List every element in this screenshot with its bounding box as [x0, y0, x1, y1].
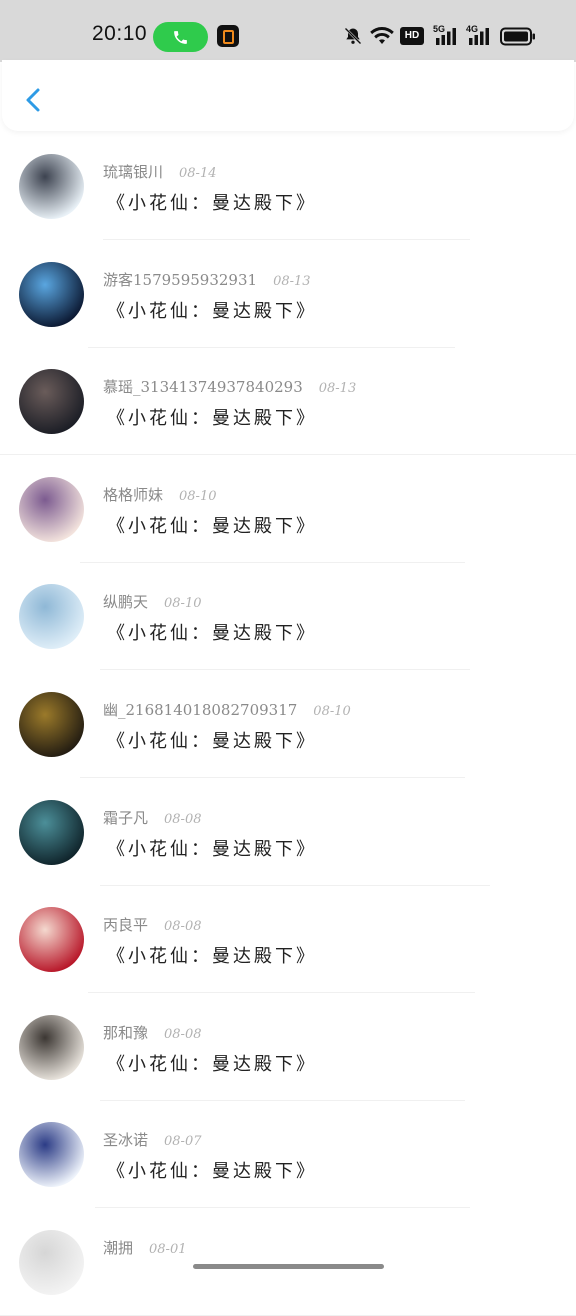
ongoing-call-pill[interactable] [153, 22, 208, 52]
sender-name-line: 幽_216814018082709317 08-10 [103, 699, 351, 720]
sender-name[interactable]: 慕瑶_31341374937840293 [103, 378, 303, 396]
status-bar: 20:10 HD 5G 4G [0, 0, 576, 62]
sender-name[interactable]: 潮拥 [103, 1239, 133, 1257]
list-item[interactable]: 琉璃银川 08-14 《小花仙：曼达殿下》 [0, 133, 576, 240]
message-text: 《小花仙：曼达殿下》 [107, 731, 317, 752]
message-date: 08-01 [149, 1242, 187, 1257]
avatar[interactable] [19, 692, 84, 757]
list-item[interactable]: 幽_216814018082709317 08-10 《小花仙：曼达殿下》 [0, 671, 576, 778]
sender-name[interactable]: 琉璃银川 [103, 163, 163, 181]
message-text: 《小花仙：曼达殿下》 [107, 623, 317, 645]
list-item[interactable]: 霜子凡 08-08 《小花仙：曼达殿下》 [0, 779, 576, 886]
list-item[interactable]: 游客1579595932931 08-13 《小花仙：曼达殿下》 [0, 241, 576, 348]
avatar[interactable] [19, 1122, 84, 1188]
avatar[interactable] [19, 907, 84, 973]
message-text: 《小花仙：曼达殿下》 [107, 300, 317, 322]
top-navigation-bar [2, 60, 574, 131]
list-item[interactable]: 潮拥 08-01 [0, 1209, 576, 1316]
mute-bell-icon [344, 27, 362, 45]
chevron-left-icon [26, 88, 40, 112]
avatar[interactable] [19, 584, 84, 650]
sender-name-line: 慕瑶_31341374937840293 08-13 [103, 376, 356, 397]
list-item[interactable]: 圣冰诺 08-07 《小花仙：曼达殿下》 [0, 1101, 576, 1209]
message-date: 08-13 [318, 381, 357, 397]
app-notification-icon [217, 25, 239, 47]
sender-name[interactable]: 幽_216814018082709317 [103, 701, 297, 719]
message-date: 08-08 [164, 1026, 202, 1042]
signal-5g-icon [436, 28, 456, 45]
sender-name-line: 纵鹏天 08-10 [103, 591, 202, 612]
status-time: 20:10 [92, 22, 148, 45]
list-item[interactable]: 纵鹏天 08-10 《小花仙：曼达殿下》 [0, 563, 576, 671]
message-text: 《小花仙：曼达殿下》 [107, 1053, 317, 1075]
message-date: 08-08 [164, 919, 202, 935]
battery-icon [500, 27, 535, 46]
avatar[interactable] [19, 154, 84, 219]
avatar[interactable] [19, 799, 84, 865]
message-date: 08-13 [273, 273, 311, 289]
sender-name-line: 那和豫 08-08 [103, 1022, 202, 1043]
avatar[interactable] [19, 261, 84, 327]
sender-name-line: 潮拥 08-01 [103, 1237, 187, 1258]
message-date: 08-08 [164, 811, 202, 827]
avatar[interactable] [19, 1014, 84, 1080]
sender-name[interactable]: 那和豫 [103, 1024, 148, 1042]
sender-name[interactable]: 游客1579595932931 [103, 271, 257, 289]
sender-name[interactable]: 霜子凡 [103, 809, 148, 827]
sender-name-line: 霜子凡 08-08 [103, 807, 202, 828]
list-item[interactable]: 丙良平 08-08 《小花仙：曼达殿下》 [0, 886, 576, 994]
message-date: 08-10 [164, 596, 202, 612]
sender-name-line: 格格师妹 08-10 [103, 484, 217, 505]
sender-name-line: 圣冰诺 08-07 [103, 1129, 202, 1150]
sender-name[interactable]: 圣冰诺 [103, 1131, 148, 1149]
sender-name[interactable]: 丙良平 [103, 916, 148, 934]
message-text: 《小花仙：曼达殿下》 [107, 408, 317, 430]
list-item[interactable]: 慕瑶_31341374937840293 08-13 《小花仙：曼达殿下》 [0, 348, 576, 456]
message-date: 08-10 [313, 704, 351, 719]
message-text: 《小花仙：曼达殿下》 [107, 838, 317, 860]
sender-name[interactable]: 纵鹏天 [103, 593, 148, 611]
message-text: 《小花仙：曼达殿下》 [107, 515, 317, 537]
message-text: 《小花仙：曼达殿下》 [107, 946, 317, 968]
message-date: 08-07 [164, 1134, 202, 1150]
avatar[interactable] [19, 369, 84, 435]
message-date: 08-10 [179, 488, 217, 504]
message-text: 《小花仙：曼达殿下》 [107, 193, 317, 214]
back-button[interactable] [16, 82, 52, 118]
phone-icon [174, 31, 187, 44]
signal-4g-icon [469, 28, 489, 45]
sender-name-line: 游客1579595932931 08-13 [103, 269, 311, 290]
list-item[interactable]: 那和豫 08-08 《小花仙：曼达殿下》 [0, 994, 576, 1101]
avatar[interactable] [19, 1230, 84, 1295]
wifi-icon [370, 27, 394, 44]
avatar[interactable] [19, 476, 84, 542]
home-indicator[interactable] [193, 1264, 384, 1269]
message-date: 08-14 [179, 166, 217, 181]
sender-name-line: 丙良平 08-08 [103, 914, 202, 935]
hd-icon: HD [400, 27, 424, 45]
sender-name[interactable]: 格格师妹 [103, 486, 163, 504]
sender-name-line: 琉璃银川 08-14 [103, 161, 217, 182]
message-text: 《小花仙：曼达殿下》 [107, 1161, 317, 1183]
list-item[interactable]: 格格师妹 08-10 《小花仙：曼达殿下》 [0, 456, 576, 563]
